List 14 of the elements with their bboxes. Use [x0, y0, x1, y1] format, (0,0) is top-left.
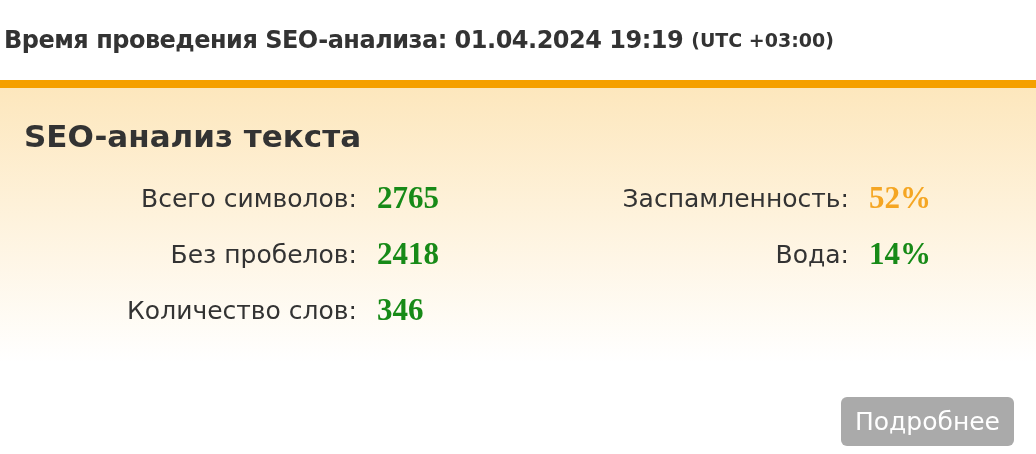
stat-value: 2418 — [377, 236, 440, 272]
stat-value: 52% — [869, 180, 932, 216]
panel-title: SEO-анализ текста — [24, 118, 363, 156]
details-button[interactable]: Подробнее — [840, 397, 1014, 446]
stat-label: Без пробелов: — [170, 239, 357, 269]
analysis-time: Время проведения SEO-анализа: 01.04.2024 19:19 — [4, 26, 684, 54]
stat-label: Количество слов: — [127, 295, 357, 325]
stat-label: Всего символов: — [141, 183, 357, 213]
timezone: (UTC +03:00) — [691, 29, 834, 51]
stat-value: 346 — [377, 292, 425, 328]
stat-value: 14% — [869, 236, 932, 272]
stat-value: 2765 — [377, 180, 440, 216]
stat-label: Заспамленность: — [622, 183, 849, 213]
stat-label: Вода: — [775, 239, 849, 269]
